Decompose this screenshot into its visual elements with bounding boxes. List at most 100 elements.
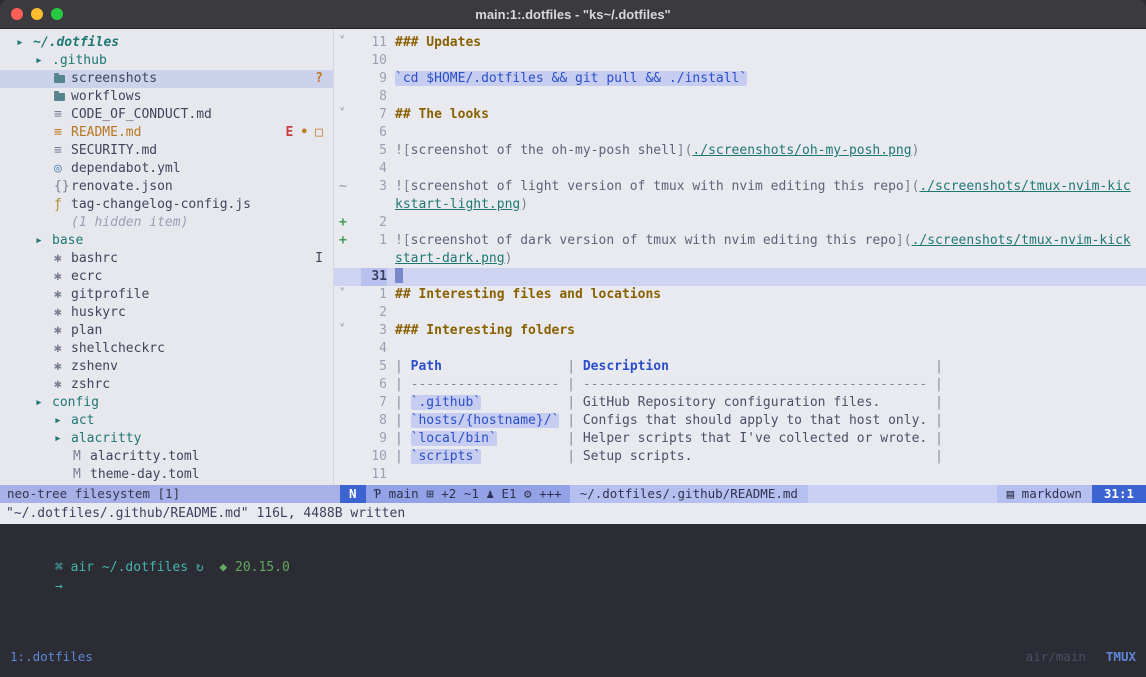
tmux-window-tab[interactable]: 1:.dotfiles bbox=[10, 648, 93, 666]
editor-line[interactable]: 4 bbox=[334, 340, 1146, 358]
editor-line[interactable]: start-dark.png) bbox=[334, 250, 1146, 268]
markdown-icon: ≡ bbox=[54, 106, 71, 124]
tree-item-label: screenshots bbox=[71, 70, 157, 88]
syntax-pipe: | bbox=[395, 431, 411, 446]
editor-line[interactable]: 5| Path | Description | bbox=[334, 358, 1146, 376]
shell-icon: ✱ bbox=[54, 340, 71, 358]
editor-line[interactable]: 4 bbox=[334, 160, 1146, 178]
line-text: | `.github` | GitHub Repository configur… bbox=[395, 394, 943, 412]
zoom-button[interactable] bbox=[51, 8, 63, 20]
tree-item-label: workflows bbox=[71, 88, 141, 106]
tree-item[interactable]: ✱plan bbox=[0, 322, 333, 340]
filetype-segment: ▤ markdown bbox=[997, 485, 1092, 503]
editor-line[interactable]: ˅3### Interesting folders bbox=[334, 322, 1146, 340]
tree-item[interactable]: {}renovate.json bbox=[0, 178, 333, 196]
syntax-code: `hosts/{hostname}/` bbox=[411, 413, 560, 428]
status-badge: E bbox=[286, 124, 294, 142]
editor-line[interactable]: 31 bbox=[334, 268, 1146, 286]
line-number: 6 bbox=[361, 124, 387, 142]
tree-item[interactable]: ▸alacritty bbox=[0, 430, 333, 448]
gutter-sign: ~ bbox=[334, 178, 361, 196]
editor-line[interactable]: 10 bbox=[334, 52, 1146, 70]
gutter bbox=[334, 268, 361, 286]
line-number: 3 bbox=[361, 178, 387, 196]
nvim-area: ▸~/.dotfiles▸.githubscreenshots?workflow… bbox=[0, 29, 1146, 485]
editor-line[interactable]: 10| `scripts` | Setup scripts. | bbox=[334, 448, 1146, 466]
shell-pane[interactable]: ⌘ air ~/.dotfiles ↻ ◆ 20.15.0 → 1:.dotfi… bbox=[0, 524, 1146, 677]
neotree-panel[interactable]: ▸~/.dotfiles▸.githubscreenshots?workflow… bbox=[0, 29, 334, 485]
editor-line[interactable]: 8 bbox=[334, 88, 1146, 106]
tree-item-label: zshenv bbox=[71, 358, 118, 376]
tree-item[interactable]: ≡SECURITY.md bbox=[0, 142, 333, 160]
syntax-plain bbox=[669, 359, 935, 374]
shell-icon: ✱ bbox=[54, 268, 71, 286]
tree-item[interactable]: ≡CODE_OF_CONDUCT.md bbox=[0, 106, 333, 124]
neotree-list: ▸~/.dotfiles▸.githubscreenshots?workflow… bbox=[0, 34, 333, 484]
gutter bbox=[334, 52, 361, 70]
tree-item[interactable]: ▸config bbox=[0, 394, 333, 412]
tree-item-label: (1 hidden item) bbox=[71, 214, 188, 232]
editor-pane[interactable]: ˅11### Updates109`cd $HOME/.dotfiles && … bbox=[334, 29, 1146, 485]
syntax-punct: ]( bbox=[677, 143, 693, 158]
syntax-code: `cd $HOME/.dotfiles && git pull && ./ins… bbox=[395, 71, 747, 86]
tree-item[interactable]: (1 hidden item) bbox=[0, 214, 333, 232]
tree-item[interactable]: ≡README.mdE•□ bbox=[0, 124, 333, 142]
expander-icon: ▸ bbox=[16, 34, 33, 52]
editor-line[interactable]: 6| ------------------- | ---------------… bbox=[334, 376, 1146, 394]
tree-item[interactable]: ✱bashrcI bbox=[0, 250, 333, 268]
editor-line[interactable]: 7| `.github` | GitHub Repository configu… bbox=[334, 394, 1146, 412]
syntax-plain bbox=[497, 431, 567, 446]
editor-line[interactable]: 2 bbox=[334, 304, 1146, 322]
gutter-sign: ˅ bbox=[334, 34, 361, 52]
status-badge: □ bbox=[315, 124, 323, 142]
tree-item[interactable]: ✱ecrc bbox=[0, 268, 333, 286]
tree-item[interactable]: Mtheme-day.toml bbox=[0, 466, 333, 484]
tree-item[interactable]: ✱huskyrc bbox=[0, 304, 333, 322]
tree-item[interactable]: ▸.github bbox=[0, 52, 333, 70]
syntax-pipe: | bbox=[935, 395, 943, 410]
syntax-plain bbox=[692, 449, 935, 464]
tree-item-label: SECURITY.md bbox=[71, 142, 157, 160]
tree-item[interactable]: workflows bbox=[0, 88, 333, 106]
tree-item[interactable]: ▸act bbox=[0, 412, 333, 430]
editor-line[interactable]: +1![screenshot of dark version of tmux w… bbox=[334, 232, 1146, 250]
tree-item[interactable]: ▸~/.dotfiles bbox=[0, 34, 333, 52]
tree-item-badges: I bbox=[315, 250, 323, 268]
syntax-punct: ) bbox=[505, 251, 513, 266]
editor-line[interactable]: 9| `local/bin` | Helper scripts that I'v… bbox=[334, 430, 1146, 448]
syntax-pipe: | bbox=[567, 431, 583, 446]
tmux-label: TMUX bbox=[1106, 649, 1136, 664]
tree-item[interactable]: ◎dependabot.yml bbox=[0, 160, 333, 178]
syntax-punct: ]( bbox=[896, 233, 912, 248]
tree-item[interactable]: ✱shellcheckrc bbox=[0, 340, 333, 358]
editor-line[interactable]: ~3![screenshot of light version of tmux … bbox=[334, 178, 1146, 196]
tree-item[interactable]: ✱gitprofile bbox=[0, 286, 333, 304]
syntax-pipe: | bbox=[567, 395, 583, 410]
close-button[interactable] bbox=[11, 8, 23, 20]
editor-line[interactable]: ˅11### Updates bbox=[334, 34, 1146, 52]
line-text: start-dark.png) bbox=[395, 250, 512, 268]
editor-line[interactable]: 9`cd $HOME/.dotfiles && git pull && ./in… bbox=[334, 70, 1146, 88]
editor-line[interactable]: 11 bbox=[334, 466, 1146, 484]
editor-line[interactable]: +2 bbox=[334, 214, 1146, 232]
minimize-button[interactable] bbox=[31, 8, 43, 20]
tree-item[interactable]: ƒtag-changelog-config.js bbox=[0, 196, 333, 214]
gutter bbox=[334, 376, 361, 394]
window-title: main:1:.dotfiles - "ks~/.dotfiles" bbox=[0, 7, 1146, 22]
editor-line[interactable]: 8| `hosts/{hostname}/` | Configs that sh… bbox=[334, 412, 1146, 430]
dependabot-icon: ◎ bbox=[54, 160, 71, 178]
cmdline-message: "~/.dotfiles/.github/README.md" 116L, 44… bbox=[0, 503, 1146, 524]
tree-item[interactable]: Malacritty.toml bbox=[0, 448, 333, 466]
line-number: 8 bbox=[361, 88, 387, 106]
tree-item[interactable]: ▸base bbox=[0, 232, 333, 250]
editor-line[interactable]: ˅1## Interesting files and locations bbox=[334, 286, 1146, 304]
statusline: neo-tree filesystem [1] N Ƥ main ⊞ +2 ~1… bbox=[0, 485, 1146, 503]
gutter bbox=[334, 88, 361, 106]
editor-line[interactable]: 6 bbox=[334, 124, 1146, 142]
editor-line[interactable]: ˅7## The looks bbox=[334, 106, 1146, 124]
tree-item[interactable]: ✱zshenv bbox=[0, 358, 333, 376]
tree-item[interactable]: ✱zshrc bbox=[0, 376, 333, 394]
tree-item[interactable]: screenshots? bbox=[0, 70, 333, 88]
editor-line[interactable]: kstart-light.png) bbox=[334, 196, 1146, 214]
editor-line[interactable]: 5![screenshot of the oh-my-posh shell](.… bbox=[334, 142, 1146, 160]
